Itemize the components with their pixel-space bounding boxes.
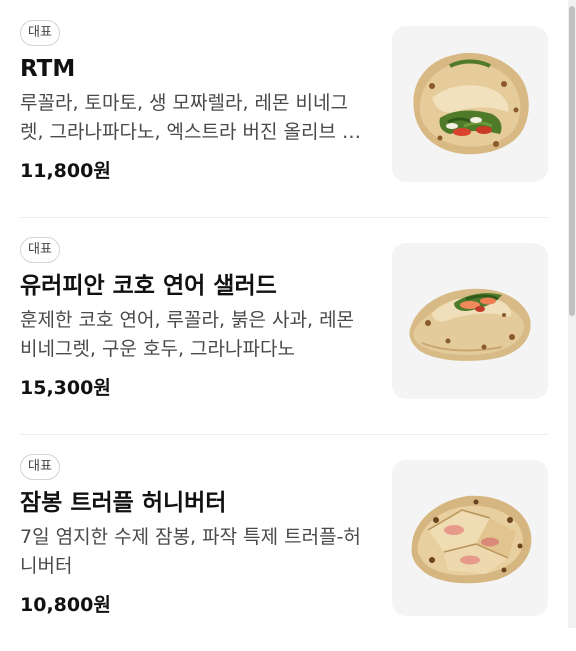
vertical-scrollbar[interactable] — [568, 0, 576, 628]
signature-badge: 대표 — [20, 20, 60, 46]
signature-badge: 대표 — [20, 454, 60, 480]
scrollbar-thumb[interactable] — [569, 6, 575, 316]
menu-item-name: 잠봉 트러플 허니버터 — [20, 490, 227, 516]
menu-item-salmon-salad[interactable]: 대표 유러피안 코호 연어 샐러드 훈제한 코호 연어, 루꼴라, 붉은 사과,… — [0, 217, 568, 434]
folded-flatbread-sandwich-image — [413, 52, 529, 155]
menu-item-name: RTM — [20, 56, 76, 82]
menu-item-description: 7일 염지한 수제 잠봉, 파작 특제 트러플-허니버터 — [20, 526, 361, 577]
menu-item-photo[interactable] — [392, 26, 548, 182]
menu-item-price: 10,800원 — [20, 594, 111, 616]
menu-item-photo[interactable] — [392, 243, 548, 399]
menu-item-jambon-truffle[interactable]: 대표 잠봉 트러플 허니버터 7일 염지한 수제 잠봉, 파작 특제 트러플-허… — [0, 434, 568, 651]
menu-item-price: 15,300원 — [20, 377, 111, 399]
signature-badge: 대표 — [20, 237, 60, 263]
menu-list: 대표 RTM 루꼴라, 토마토, 생 모짜렐라, 레몬 비네그렛, 그라나파다노… — [0, 0, 568, 651]
salmon-salad-flatbread-image — [409, 288, 531, 361]
menu-item-photo[interactable] — [392, 460, 548, 616]
jambon-flatbread-image — [411, 495, 532, 584]
menu-item-price: 11,800원 — [20, 160, 111, 182]
menu-item-name: 유러피안 코호 연어 샐러드 — [20, 273, 277, 299]
menu-item-description: 루꼴라, 토마토, 생 모짜렐라, 레몬 비네그렛, 그라나파다노, 엑스트라 … — [20, 92, 360, 143]
menu-item-rtm[interactable]: 대표 RTM 루꼴라, 토마토, 생 모짜렐라, 레몬 비네그렛, 그라나파다노… — [0, 0, 568, 217]
menu-item-description: 훈제한 코호 연어, 루꼴라, 붉은 사과, 레몬 비네그렛, 구운 호두, 그… — [20, 309, 355, 360]
